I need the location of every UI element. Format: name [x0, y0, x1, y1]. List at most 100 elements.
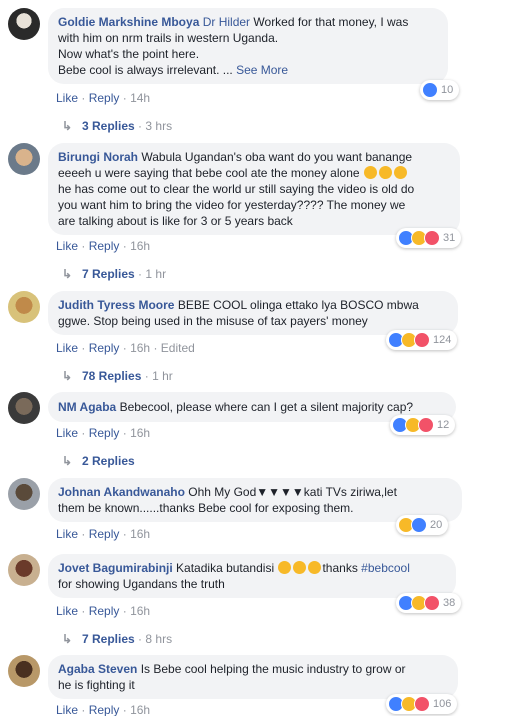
emoji-icon [363, 166, 377, 179]
love-reaction-icon [414, 332, 430, 348]
reaction-summary[interactable]: 12 [390, 415, 456, 435]
avatar[interactable] [8, 291, 40, 323]
comment-text: ggwe. Stop being used in the misuse of t… [58, 314, 368, 328]
view-replies-link[interactable]: ↳ 7 Replies · 8 hrs [62, 632, 172, 646]
see-more-link[interactable]: See More [236, 63, 288, 77]
replies-time: 8 hrs [145, 632, 173, 646]
comment-bubble: Birungi Norah Wabula Ugandan's oba want … [48, 143, 460, 235]
comment-actions: Like · Reply · 16h [56, 239, 151, 253]
edited-label[interactable]: Edited [161, 341, 195, 355]
comment-author[interactable]: Jovet Bagumirabinji [58, 561, 173, 575]
reaction-count: 10 [441, 84, 454, 96]
reply-arrow-icon: ↳ [62, 454, 73, 468]
comment-actions: Like · Reply · 16h · Edited [56, 341, 195, 355]
like-button[interactable]: Like [56, 426, 78, 440]
comment-actions: Like · Reply · 16h [56, 604, 151, 618]
reaction-summary[interactable]: 38 [396, 593, 462, 613]
avatar[interactable] [8, 478, 40, 510]
reply-button[interactable]: Reply [89, 703, 120, 716]
reaction-summary[interactable]: 106 [386, 694, 458, 714]
avatar[interactable] [8, 392, 40, 424]
comment-time[interactable]: 16h [130, 426, 150, 440]
emoji-icon [278, 561, 292, 574]
comment-time[interactable]: 16h [130, 341, 150, 355]
reaction-summary[interactable]: 20 [396, 515, 449, 535]
love-reaction-icon [424, 595, 440, 611]
reaction-count: 12 [437, 419, 450, 431]
comment-text: Is Bebe cool helping the music industry … [140, 662, 406, 676]
comment-author[interactable]: Birungi Norah [58, 150, 138, 164]
like-button[interactable]: Like [56, 91, 78, 105]
comment-text: Wabula Ugandan's oba want do you want ba… [141, 150, 413, 164]
replies-time: 1 hr [145, 267, 167, 281]
comment-bubble: Agaba Steven Is Bebe cool helping the mu… [48, 655, 458, 699]
comment-text: Worked for that money, I was [253, 15, 409, 29]
reaction-summary[interactable]: 124 [386, 330, 458, 350]
love-reaction-icon [414, 696, 430, 712]
comment-author[interactable]: NM Agaba [58, 400, 116, 414]
view-replies-link[interactable]: ↳ 3 Replies · 3 hrs [62, 119, 172, 133]
reaction-summary[interactable]: 10 [420, 80, 460, 100]
like-button[interactable]: Like [56, 239, 78, 253]
comment-text: Ohh My God▼▼▼▼kati TVs ziriwa,let [188, 485, 397, 499]
view-replies-link[interactable]: ↳ 78 Replies · 1 hr [62, 369, 173, 383]
like-button[interactable]: Like [56, 341, 78, 355]
comment-actions: Like · Reply · 16h [56, 527, 151, 541]
reply-arrow-icon: ↳ [62, 632, 73, 646]
reply-button[interactable]: Reply [89, 426, 120, 440]
comment-time[interactable]: 16h [130, 703, 150, 716]
comment-text: are talking about is like for 3 or 5 yea… [58, 214, 293, 228]
avatar[interactable] [8, 554, 40, 586]
comment-actions: Like · Reply · 16h [56, 426, 151, 440]
comment-time[interactable]: 14h [130, 91, 150, 105]
comment-text: you want him to bring the video for yest… [58, 198, 406, 212]
like-button[interactable]: Like [56, 703, 78, 716]
comment-author[interactable]: Goldie Markshine Mboya [58, 15, 199, 29]
reaction-count: 124 [433, 334, 452, 346]
comment-text: for showing Ugandans the truth [58, 577, 225, 591]
avatar[interactable] [8, 8, 40, 40]
comment-text: Bebecool, please where can I get a silen… [119, 400, 414, 414]
reply-arrow-icon: ↳ [62, 369, 73, 383]
comment-bubble: Johnan Akandwanaho Ohh My God▼▼▼▼kati TV… [48, 478, 462, 522]
love-reaction-icon [424, 230, 440, 246]
avatar[interactable] [8, 143, 40, 175]
reaction-count: 31 [443, 232, 456, 244]
like-reaction-icon [422, 82, 438, 98]
view-replies-link[interactable]: ↳ 7 Replies · 1 hr [62, 267, 166, 281]
comment-actions: Like · Reply · 14h [56, 91, 151, 105]
like-reaction-icon [411, 517, 427, 533]
comment-text: eeeeh u were saying that bebe cool ate t… [58, 166, 360, 180]
mention-link[interactable]: Dr Hilder [203, 15, 250, 29]
comment-author[interactable]: Johnan Akandwanaho [58, 485, 185, 499]
reply-button[interactable]: Reply [89, 604, 120, 618]
comment-author[interactable]: Agaba Steven [58, 662, 137, 676]
reply-button[interactable]: Reply [89, 341, 120, 355]
view-replies-link[interactable]: ↳ 2 Replies [62, 454, 135, 468]
emoji-icon [293, 561, 307, 574]
reaction-count: 20 [430, 519, 443, 531]
comment-bubble: Goldie Markshine Mboya Dr Hilder Worked … [48, 8, 448, 84]
reply-button[interactable]: Reply [89, 527, 120, 541]
hashtag-link[interactable]: #bebcool [361, 561, 410, 575]
replies-time: 1 hr [152, 369, 173, 383]
like-button[interactable]: Like [56, 527, 78, 541]
comment-author[interactable]: Judith Tyress Moore [58, 298, 174, 312]
avatar[interactable] [8, 655, 40, 687]
comment-text: them be known......thanks Bebe cool for … [58, 501, 354, 515]
comment-text: with him on nrm trails in western Uganda… [58, 31, 279, 45]
comment-time[interactable]: 16h [130, 239, 150, 253]
emoji-icon [393, 166, 407, 179]
reply-button[interactable]: Reply [89, 91, 120, 105]
comment-text: Bebe cool is always irrelevant. ... [58, 63, 237, 77]
comment-bubble: Jovet Bagumirabinji Katadika butandisi t… [48, 554, 456, 598]
reaction-summary[interactable]: 31 [396, 228, 462, 248]
reaction-count: 38 [443, 597, 456, 609]
reply-button[interactable]: Reply [89, 239, 120, 253]
comment-time[interactable]: 16h [130, 604, 150, 618]
love-reaction-icon [418, 417, 434, 433]
reaction-count: 106 [433, 698, 452, 710]
replies-time: 3 hrs [145, 119, 173, 133]
like-button[interactable]: Like [56, 604, 78, 618]
comment-time[interactable]: 16h [130, 527, 150, 541]
